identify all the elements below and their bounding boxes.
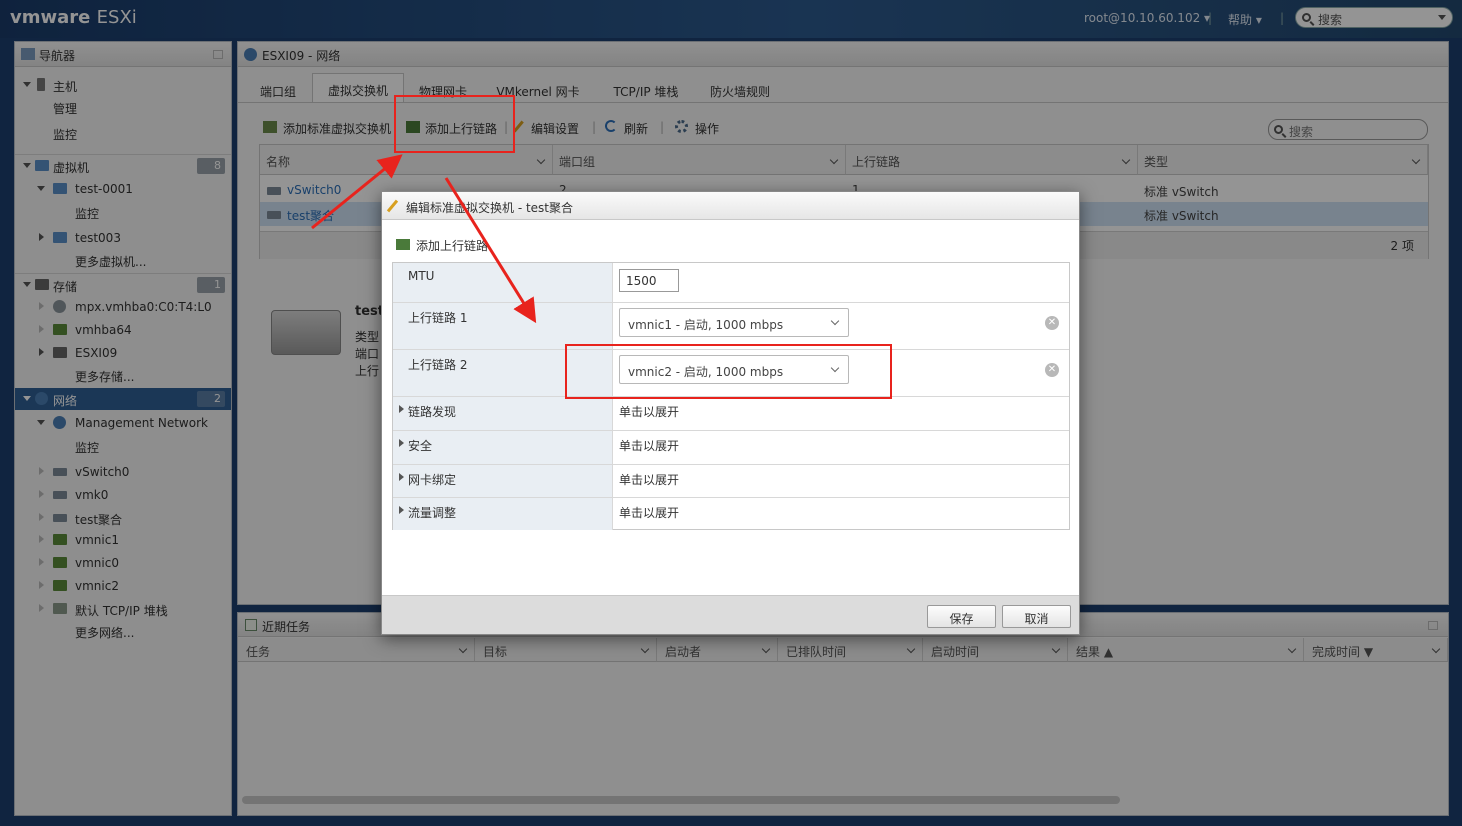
- arrow-to-uplink2: [444, 177, 537, 324]
- annotation-arrows: [311, 154, 537, 324]
- arrow-to-add-uplink: [311, 154, 403, 230]
